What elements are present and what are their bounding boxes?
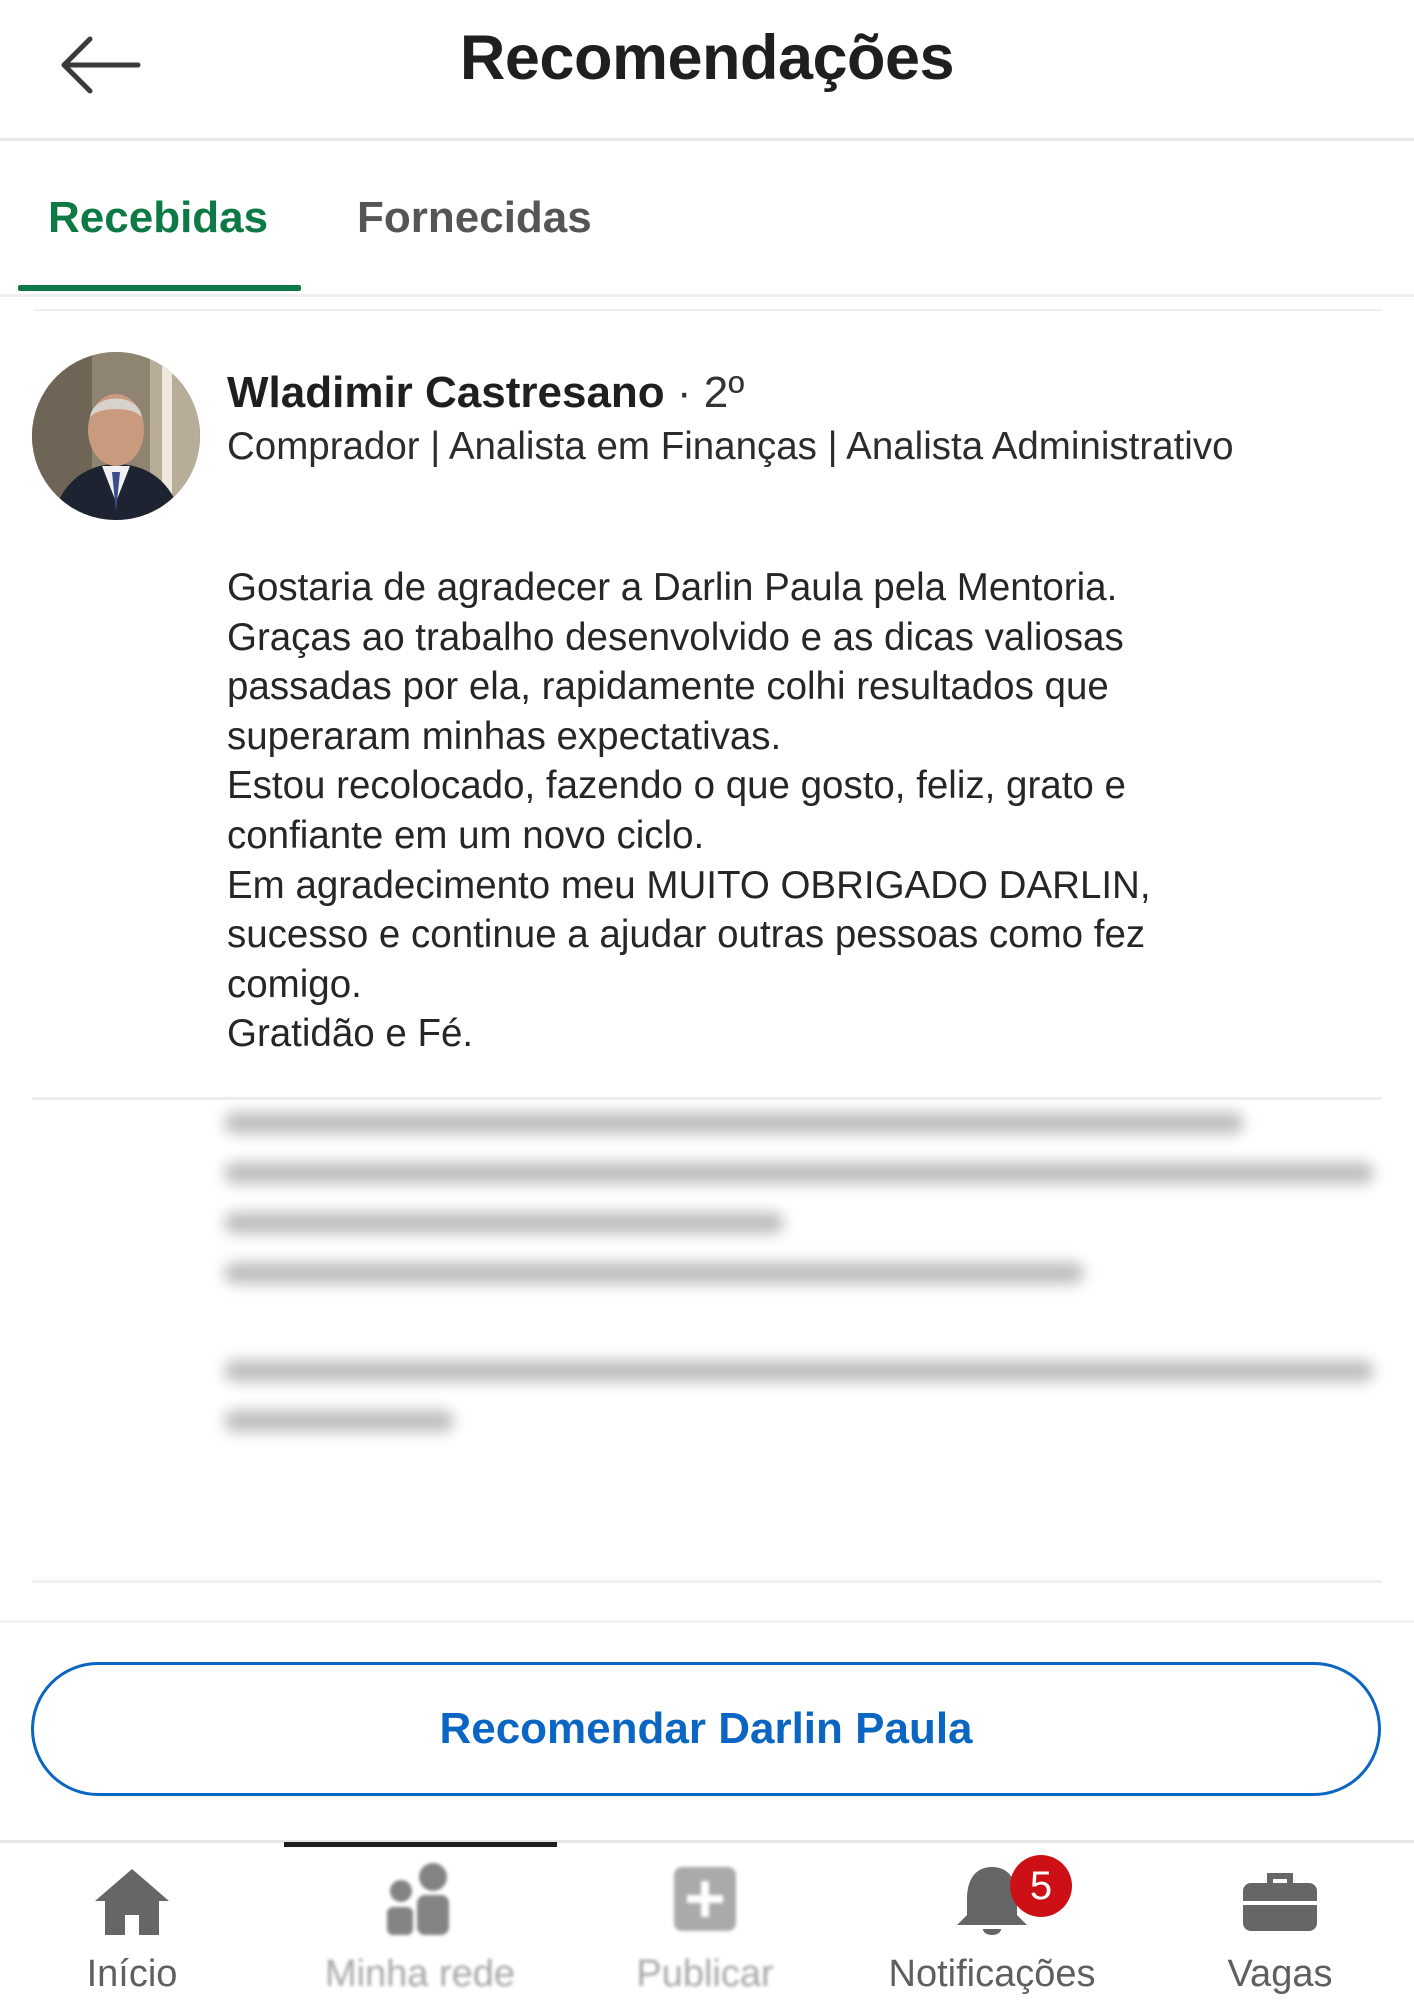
recommendation-line: confiante em um novo ciclo. bbox=[227, 813, 705, 857]
nav-item-post[interactable]: Publicar bbox=[575, 1843, 835, 2003]
recommendation-line: Em agradecimento meu MUITO OBRIGADO DARL… bbox=[227, 863, 1151, 907]
recommendation-line: comigo. bbox=[227, 962, 362, 1006]
tabs-divider bbox=[0, 294, 1414, 297]
nav-label-post: Publicar bbox=[636, 1953, 774, 1995]
recommend-button[interactable]: Recomendar Darlin Paula bbox=[31, 1662, 1381, 1796]
recommendation-line: Gostaria de agradecer a Darlin Paula pel… bbox=[227, 566, 1118, 609]
briefcase-icon bbox=[1243, 1873, 1317, 1931]
app-header: Recomendações bbox=[0, 0, 1414, 138]
section-divider bbox=[0, 1620, 1414, 1623]
connection-degree: · 2º bbox=[676, 368, 745, 417]
recommendation-line: passadas por ela, rapidamente colhi resu… bbox=[227, 665, 1109, 709]
list-top-divider bbox=[34, 309, 1382, 311]
avatar[interactable] bbox=[32, 352, 200, 520]
redacted-recommendation bbox=[224, 1112, 1384, 1432]
recommendation-line: superaram minhas expectativas. bbox=[227, 714, 782, 758]
recommender-headline: Comprador | Analista em Finanças | Anali… bbox=[227, 425, 1234, 468]
list-divider bbox=[32, 1580, 1382, 1583]
recommender-name[interactable]: Wladimir Castresano · 2º bbox=[227, 368, 744, 418]
nav-label-network: Minha rede bbox=[324, 1953, 516, 1995]
page-title: Recomendações bbox=[459, 23, 955, 93]
recommendation-divider bbox=[32, 1097, 1382, 1100]
nav-label-jobs: Vagas bbox=[1227, 1953, 1333, 1995]
tab-given[interactable]: Fornecidas bbox=[357, 193, 592, 243]
nav-item-jobs[interactable]: Vagas bbox=[1150, 1843, 1410, 2003]
nav-label-notifications: Notificações bbox=[888, 1953, 1096, 1995]
network-icon bbox=[387, 1863, 449, 1935]
nav-label-home: Início bbox=[86, 1953, 178, 1995]
recommendation-line: Gratidão e Fé. bbox=[227, 1012, 474, 1056]
plus-square-icon bbox=[674, 1867, 736, 1931]
recommendation-line: Estou recolocado, fazendo o que gosto, f… bbox=[227, 764, 1126, 808]
bottom-nav: Início Minha rede Publicar 5 Notificaçõe… bbox=[0, 1840, 1414, 2003]
recommendation-line: sucesso e continue a ajudar outras pesso… bbox=[227, 913, 1146, 957]
nav-item-network[interactable]: Minha rede bbox=[290, 1843, 550, 2003]
tab-received[interactable]: Recebidas bbox=[48, 193, 268, 243]
recommender-name-text[interactable]: Wladimir Castresano bbox=[227, 368, 665, 417]
avatar-photo bbox=[32, 352, 200, 520]
tab-bar: Recebidas Fornecidas bbox=[0, 141, 1414, 295]
nav-item-home[interactable]: Início bbox=[2, 1843, 262, 2003]
home-icon bbox=[95, 1869, 169, 1935]
recommendation-line: Graças ao trabalho desenvolvido e as dic… bbox=[227, 615, 1124, 659]
notification-badge: 5 bbox=[1010, 1855, 1072, 1917]
nav-item-notifications[interactable]: 5 Notificações bbox=[862, 1843, 1122, 2003]
active-tab-indicator bbox=[18, 285, 301, 291]
recommendation-text: Gostaria de agradecer a Darlin Paula pel… bbox=[227, 563, 1377, 1059]
